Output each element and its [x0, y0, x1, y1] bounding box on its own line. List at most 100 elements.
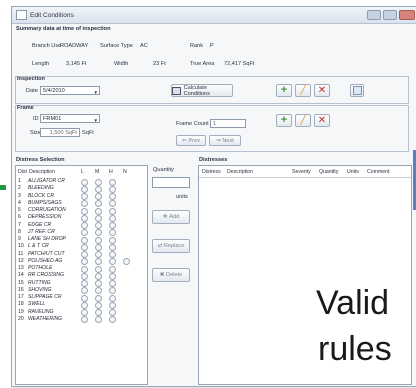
list-item[interactable]: 12 POLISHED AG [16, 257, 146, 266]
list-item[interactable]: 4 BUMPS/SAGS [16, 199, 146, 208]
col-none: N [123, 169, 127, 175]
true-area-value: 72,417 SqFt [224, 61, 255, 67]
quantity-label: Quantity [153, 167, 174, 173]
distress-number: 11 [18, 250, 24, 257]
inspection-info-button[interactable] [350, 84, 364, 97]
severity-medium-radio[interactable] [95, 316, 102, 324]
distress-number: 4 [18, 199, 21, 206]
list-item[interactable]: 5 CORRUGATION [16, 207, 146, 215]
edit-inspection-button[interactable]: ╱ [295, 84, 311, 97]
list-item[interactable]: 10 L & T CR [16, 243, 146, 251]
frame-id-field[interactable]: FRM01 ▼ [40, 114, 100, 123]
rank-value: P [210, 43, 214, 49]
next-frame-button[interactable]: ⇒ Next [209, 135, 241, 146]
surface-type-label: Surface Type [100, 43, 133, 49]
date-field[interactable]: 5/4/2010 ▼ [40, 86, 100, 95]
col-description: Description [227, 169, 253, 175]
distress-description: CORRUGATION [28, 207, 66, 213]
distress-number: 12 [18, 257, 24, 264]
branch-use-value: ROADWAY [60, 43, 89, 49]
distress-description: POTHOLE [28, 265, 53, 271]
frame-group: Frame ID FRM01 ▼ Size 1,500 SqFt SqFt Fr… [15, 105, 409, 152]
distress-description: EDGE CR [28, 221, 52, 228]
list-item[interactable]: 9 LANE SH DROP [16, 236, 146, 244]
maximize-button[interactable] [383, 10, 397, 20]
delete-frame-button[interactable]: ✕ [314, 114, 330, 127]
list-item[interactable]: 16 SHOVING [16, 286, 146, 295]
width-label: Width [114, 61, 129, 67]
pencil-icon: ╱ [300, 85, 306, 95]
units-label: units [176, 194, 188, 200]
replace-distress-button[interactable]: ⇄ Replace [152, 239, 190, 253]
chevron-down-icon[interactable]: ▼ [94, 116, 98, 125]
window-title: Edit Conditions [30, 11, 74, 19]
distress-number: 17 [18, 294, 24, 300]
delete-distress-button[interactable]: ✖ Delete [152, 268, 190, 282]
add-distress-button[interactable]: ✚ Add [152, 210, 190, 224]
severity-high-radio[interactable] [109, 316, 116, 324]
delete-icon: ✕ [317, 84, 327, 96]
minimize-button[interactable] [367, 10, 381, 20]
list-item[interactable]: 1 ALLIGATOR CR [16, 178, 146, 186]
prev-frame-button[interactable]: ⇐ Prev [176, 135, 206, 146]
close-button[interactable] [399, 10, 415, 20]
branch-use-label: Branch Use [32, 43, 62, 49]
list-item[interactable]: 11 PATCH/UT CUT [16, 250, 146, 259]
list-item[interactable]: 20 WEATHERING [16, 316, 146, 324]
add-frame-button[interactable]: + [276, 114, 292, 127]
overlay-text-line1: Valid [316, 284, 390, 322]
list-item[interactable]: 18 SWELL [16, 301, 146, 309]
severity-low-radio[interactable] [81, 316, 88, 324]
list-item[interactable]: 8 JT REF. CR [16, 229, 146, 237]
plus-icon: + [280, 84, 288, 96]
pencil-icon: ╱ [300, 115, 306, 125]
col-low: L [81, 169, 84, 175]
distress-number: 2 [18, 185, 21, 192]
frame-count-field[interactable]: 1 [210, 119, 246, 128]
distress-description: DEPRESSION [28, 214, 62, 221]
list-item[interactable]: 15 RUTTING [16, 279, 146, 288]
surface-type-value: AC [140, 43, 148, 49]
edit-frame-button[interactable]: ╱ [295, 114, 311, 127]
distress-description: ALLIGATOR CR [28, 178, 65, 184]
date-label: Date [26, 88, 38, 94]
true-area-label: True Area [190, 61, 215, 67]
delete-inspection-button[interactable]: ✕ [314, 84, 330, 97]
list-item[interactable]: 7 EDGE CR [16, 221, 146, 230]
list-item[interactable]: 6 DEPRESSION [16, 214, 146, 222]
distress-description: BLEEDING [28, 185, 54, 192]
add-label: Add [169, 214, 180, 220]
distress-description: BLOCK CR [28, 192, 55, 199]
list-item[interactable]: 17 SLIPPAGE CR [16, 294, 146, 302]
distress-description: RUTTING [28, 279, 51, 286]
distress-number: 5 [18, 207, 21, 213]
title-bar: Edit Conditions [12, 7, 416, 24]
calculate-conditions-label: Calculate Conditions [183, 84, 211, 97]
list-item[interactable]: 2 BLEEDING [16, 185, 146, 193]
distress-number: 16 [18, 286, 24, 293]
list-item[interactable]: 3 BLOCK CR [16, 192, 146, 201]
plus-icon: + [280, 114, 288, 126]
inspection-heading: Inspection [17, 76, 45, 82]
list-item[interactable]: 19 RAVELING [16, 309, 146, 317]
add-inspection-button[interactable]: + [276, 84, 292, 97]
calculate-conditions-button[interactable]: Calculate Conditions [171, 84, 233, 97]
col-quantity: Quantity [319, 169, 339, 175]
quantity-input[interactable] [152, 177, 190, 188]
width-value: 23 Ft [153, 61, 166, 67]
list-item[interactable]: 13 POTHOLE [16, 265, 146, 273]
date-value: 5/4/2010 [43, 88, 65, 94]
list-item[interactable]: 14 RR CROSSING [16, 272, 146, 280]
distress-description: RR CROSSING [28, 272, 64, 279]
chevron-down-icon[interactable]: ▼ [94, 88, 98, 97]
distress-number: 18 [18, 301, 24, 308]
rank-label: Rank [190, 43, 204, 49]
frame-heading: Frame [17, 105, 34, 111]
window-icon [16, 10, 27, 20]
frame-size-field[interactable]: 1,500 SqFt [40, 128, 80, 137]
distress-description: BUMPS/SAGS [28, 199, 62, 206]
distress-description: PATCH/UT CUT [28, 250, 65, 257]
distress-description: SWELL [28, 301, 46, 308]
distresses-heading: Distresses [199, 157, 228, 163]
summary-heading: Summary data at time of inspection [16, 26, 111, 32]
